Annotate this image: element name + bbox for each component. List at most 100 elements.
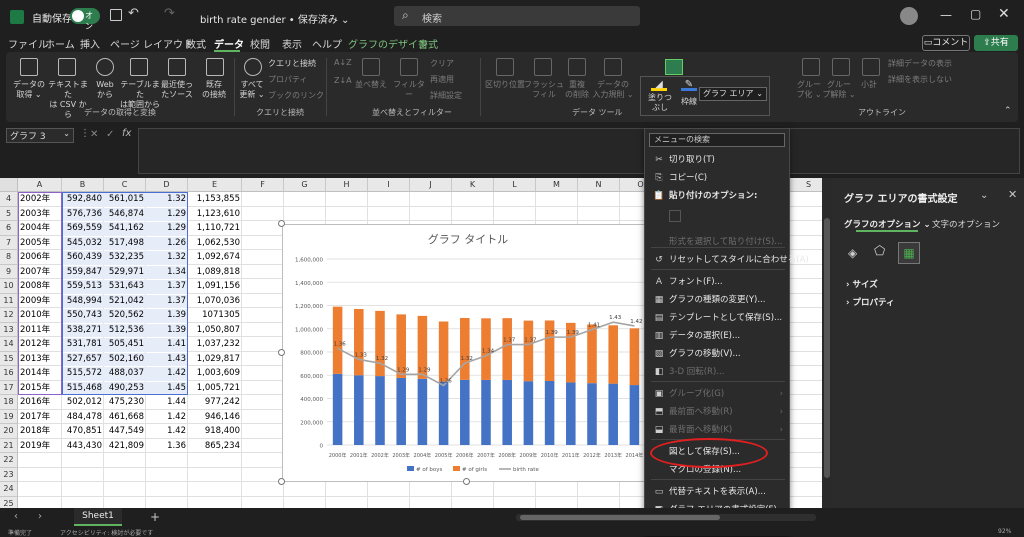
tab-chart-design[interactable]: グラフのデザイン xyxy=(348,36,428,51)
ungroup-button[interactable]: グルー プ解除 ⌄ xyxy=(822,80,856,100)
table-cell[interactable] xyxy=(104,469,146,483)
sort-az-button[interactable]: A↓Z xyxy=(334,58,352,67)
row-header[interactable]: 25 xyxy=(0,496,18,508)
existing-connections-button[interactable]: 既存 の接続 xyxy=(196,80,232,100)
pane-close-icon[interactable]: ✕ xyxy=(1008,188,1017,201)
table-cell[interactable]: 1.44 xyxy=(146,396,188,410)
row-header[interactable]: 23 xyxy=(0,467,18,482)
table-cell[interactable] xyxy=(146,469,188,483)
status-zoom[interactable]: 92% xyxy=(998,528,1011,535)
row-header[interactable]: 9 xyxy=(0,264,18,279)
column-header[interactable]: L xyxy=(494,178,536,192)
tab-review[interactable]: 校閲 xyxy=(250,36,270,51)
table-cell[interactable]: 461,668 xyxy=(104,411,146,425)
row-header[interactable]: 4 xyxy=(0,192,18,207)
menu-item[interactable]: ⬓ 最背面へ移動(K) › xyxy=(653,421,787,439)
horizontal-scrollbar[interactable] xyxy=(516,514,816,521)
row-header[interactable]: 18 xyxy=(0,395,18,410)
document-title[interactable]: birth rate gender • 保存済み ⌄ xyxy=(200,11,349,26)
table-cell[interactable]: 1,005,721 xyxy=(188,382,242,396)
column-header[interactable]: B xyxy=(62,178,104,192)
subtotal-button[interactable]: 小計 xyxy=(854,80,884,90)
menu-item[interactable]: ▦ グラフの種類の変更(Y)... xyxy=(653,291,787,309)
row-header[interactable]: 13 xyxy=(0,322,18,337)
row-header[interactable]: 8 xyxy=(0,250,18,265)
data-validation-button[interactable]: データの 入力規則 ⌄ xyxy=(590,80,636,100)
table-cell[interactable]: 1.42 xyxy=(146,425,188,439)
fill-line-icon[interactable]: ◈ xyxy=(848,246,857,260)
menu-search-box[interactable]: メニューの検索 xyxy=(649,133,785,147)
table-cell[interactable]: 1,153,855 xyxy=(188,193,242,207)
table-cell[interactable] xyxy=(104,498,146,509)
menu-item[interactable]: ⎘ コピー(C) xyxy=(653,169,787,187)
from-table-button[interactable]: テーブルまた は範囲から xyxy=(118,80,162,110)
table-cell[interactable] xyxy=(146,454,188,468)
row-header[interactable]: 21 xyxy=(0,438,18,453)
resize-handle[interactable] xyxy=(278,220,285,227)
recent-sources-button[interactable]: 最近使っ たソース xyxy=(158,80,196,100)
table-cell[interactable]: 502,012 xyxy=(62,396,104,410)
row-header[interactable]: 20 xyxy=(0,424,18,439)
show-detail-button[interactable]: 詳細データの表示 xyxy=(888,58,952,69)
hide-detail-button[interactable]: 詳細を表示しない xyxy=(888,74,952,85)
table-cell[interactable] xyxy=(188,469,242,483)
group-button[interactable]: グルー プ化 ⌄ xyxy=(792,80,826,100)
menu-item[interactable]: A フォント(F)... xyxy=(653,273,787,291)
section-size[interactable]: › サイズ xyxy=(846,278,878,290)
table-cell[interactable] xyxy=(104,454,146,468)
workbook-links-button[interactable]: ブックのリンク xyxy=(268,90,324,101)
table-cell[interactable] xyxy=(188,483,242,497)
sort-button[interactable]: 並べ替え xyxy=(352,80,390,90)
tab-view[interactable]: 表示 xyxy=(282,36,302,51)
autosave-toggle[interactable]: オン xyxy=(70,8,100,31)
table-cell[interactable] xyxy=(146,498,188,509)
table-cell[interactable] xyxy=(188,454,242,468)
table-cell[interactable]: 1,092,674 xyxy=(188,251,242,265)
function-icon[interactable]: fx xyxy=(122,128,131,139)
tab-page-layout[interactable]: ページ レイアウト xyxy=(110,36,193,51)
table-cell[interactable] xyxy=(18,454,62,468)
table-cell[interactable]: 865,234 xyxy=(188,440,242,454)
row-header[interactable]: 11 xyxy=(0,293,18,308)
menu-item[interactable]: 形式を選択して貼り付け(S)... xyxy=(653,233,787,251)
menu-item[interactable]: ▧ グラフの移動(V)... xyxy=(653,345,787,363)
vertical-scrollbar[interactable] xyxy=(822,178,832,508)
table-cell[interactable]: 1,091,156 xyxy=(188,280,242,294)
sheet-tab-sheet1[interactable]: Sheet1 xyxy=(74,508,122,526)
add-sheet-button[interactable]: + xyxy=(150,510,160,524)
table-cell[interactable]: 977,242 xyxy=(188,396,242,410)
row-header[interactable]: 19 xyxy=(0,409,18,424)
table-cell[interactable] xyxy=(62,469,104,483)
table-cell[interactable]: 1,050,807 xyxy=(188,324,242,338)
close-button[interactable]: ✕ xyxy=(998,6,1010,22)
table-cell[interactable] xyxy=(188,498,242,509)
chart-area[interactable]: グラフ タイトル 0 200,000 400,000 600,000 800,000 1,0… xyxy=(282,224,652,482)
name-box[interactable]: グラフ 3 ⌄ xyxy=(6,128,74,143)
next-sheet-icon[interactable]: › xyxy=(38,511,42,522)
table-cell[interactable]: 1,062,530 xyxy=(188,237,242,251)
text-to-columns-button[interactable]: 区切り位置 xyxy=(482,80,528,90)
table-cell[interactable]: 2019年 xyxy=(18,440,62,454)
queries-connections-button[interactable]: クエリと接続 xyxy=(268,58,316,69)
table-cell[interactable]: 2017年 xyxy=(18,411,62,425)
column-header[interactable]: H xyxy=(326,178,368,192)
table-cell[interactable]: 1,089,818 xyxy=(188,266,242,280)
tab-help[interactable]: ヘルプ xyxy=(312,36,342,51)
table-cell[interactable]: 946,146 xyxy=(188,411,242,425)
row-header[interactable]: 12 xyxy=(0,308,18,323)
effects-icon[interactable]: ⬠ xyxy=(874,244,885,259)
row-header[interactable]: 10 xyxy=(0,279,18,294)
column-header[interactable]: K xyxy=(452,178,494,192)
pane-dropdown-icon[interactable]: ⌄ xyxy=(980,190,988,201)
menu-item[interactable]: ▣ グループ化(G) › xyxy=(653,385,787,403)
table-cell[interactable]: 443,430 xyxy=(62,440,104,454)
resize-handle[interactable] xyxy=(278,349,285,356)
tab-text-options[interactable]: 文字のオプション xyxy=(932,218,1000,230)
fill-button[interactable]: 塗りつ ぶし xyxy=(645,93,675,113)
get-data-button[interactable]: データの 取得 ⌄ xyxy=(10,80,48,100)
comment-button[interactable]: ▭コメント xyxy=(922,35,970,51)
section-properties[interactable]: › プロパティ xyxy=(846,296,894,308)
clear-filter-button[interactable]: クリア xyxy=(430,58,454,69)
table-cell[interactable] xyxy=(62,483,104,497)
row-header[interactable]: 7 xyxy=(0,235,18,250)
